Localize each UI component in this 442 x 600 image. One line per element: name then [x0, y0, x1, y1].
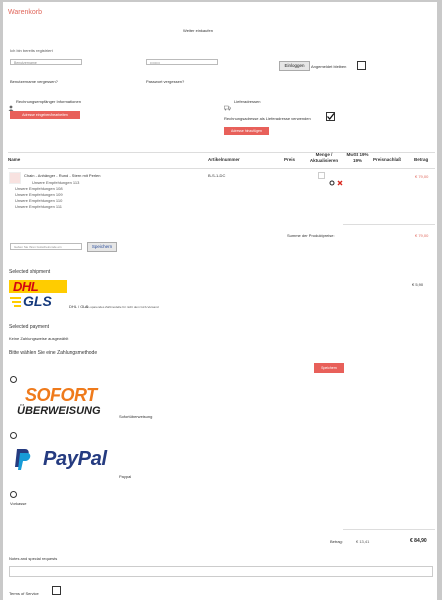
sofort-logo-text: SOFORT — [25, 385, 97, 405]
payment-none-selected: Keine Zahlungsweise ausgewählt — [9, 336, 69, 341]
stay-logged-in-checkbox[interactable] — [357, 61, 366, 70]
payment-radio-vorkasse[interactable] — [10, 491, 17, 498]
divider — [343, 224, 435, 225]
product-name[interactable]: Chain - Anhänger - Rund - Stern mit Perl… — [24, 173, 100, 178]
payment-radio-sofort[interactable] — [10, 376, 17, 383]
edit-billing-address-button[interactable]: Adresse eingeben/bearbeiten — [10, 111, 80, 119]
sofort-label: Sofortüberweisung — [119, 414, 153, 419]
subtotal-value: € 79,00 — [415, 233, 429, 238]
col-total-header: Betrag — [414, 157, 429, 162]
password-input[interactable]: •••••••• — [146, 59, 218, 65]
forgot-password-link[interactable]: Passwort vergessen? — [146, 79, 184, 84]
login-button[interactable]: Einloggen — [279, 61, 310, 71]
vorkasse-label: Vorkasse — [10, 501, 27, 506]
product-sku: B-S-1-DC — [208, 173, 226, 178]
payment-radio-paypal[interactable] — [10, 432, 17, 439]
col-sku-header: Artikelnummer — [208, 157, 240, 162]
continue-shopping-link[interactable]: Weiter einkaufen — [183, 28, 213, 33]
remove-icon[interactable] — [337, 173, 343, 186]
cart-page: Warenkorb Weiter einkaufen Ich bin berei… — [3, 2, 437, 600]
paypal-logo: PayPal — [13, 445, 118, 473]
shipment-cost: € 5,90 — [412, 282, 424, 287]
gls-logo: GLS — [9, 293, 67, 309]
refresh-icon[interactable] — [329, 173, 335, 186]
forgot-username-link[interactable]: Benutzername vergessen? — [10, 79, 58, 84]
subtotal-label: Summe der Produktpreise: — [287, 233, 335, 238]
registered-text: Ich bin bereits registriert — [10, 48, 53, 53]
payment-save-button[interactable]: Speichern — [314, 363, 344, 373]
col-discount-header: Preisnachlaß — [373, 157, 402, 162]
col-name-header: Name — [8, 157, 21, 162]
stay-logged-in-label: Angemeldet bleiben — [311, 64, 347, 69]
truck-icon — [224, 98, 231, 111]
divider — [343, 529, 435, 530]
sofort-logo-subtext: ÜBERWEISUNG — [17, 405, 101, 417]
dhl-logo-text: DHL — [13, 279, 39, 294]
add-address-button[interactable]: Adresse hinzufügen — [224, 127, 269, 135]
paypal-logo-text: PayPal — [43, 448, 107, 470]
shipment-heading: Selected shipment — [9, 269, 51, 275]
total-label: Betrag: — [330, 539, 343, 544]
page-title: Warenkorb — [8, 9, 42, 16]
col-qty-header: Menge / Aktualisieren — [309, 152, 339, 163]
product-thumbnail — [9, 172, 21, 184]
shipping-heading: Lieferadressen — [234, 99, 261, 104]
payment-choose-text: Bitte wählen Sie eine Zahlungsmethode — [9, 350, 98, 356]
terms-checkbox[interactable] — [52, 586, 61, 595]
username-input[interactable]: Benutzername — [10, 59, 82, 65]
carrier-note: Ein-sparendes Zahlmodelle für nicht dem … — [85, 305, 159, 309]
coupon-input[interactable]: Geben Sie Ihren Gutscheincode ein — [10, 243, 82, 250]
dhl-logo: DHL — [9, 279, 67, 294]
paypal-label: Paypal — [119, 474, 132, 479]
quantity-input[interactable] — [318, 172, 325, 179]
terms-label: Terms of Service — [9, 591, 39, 596]
divider — [8, 168, 435, 169]
total-tax: € 13,41 — [356, 539, 370, 544]
billing-heading: Rechnungsempfänger Informationen — [16, 99, 81, 104]
use-billing-as-shipping-checkbox[interactable] — [326, 112, 335, 121]
grand-total: € 84,90 — [410, 538, 427, 544]
recipient-line: Unsere Empfehlungen 111 — [15, 204, 62, 209]
col-tax-header: MwSt 19% 19% — [346, 152, 369, 163]
notes-textarea[interactable] — [9, 566, 433, 577]
sofort-logo: SOFORT ÜBERWEISUNG — [17, 385, 117, 419]
coupon-save-button[interactable]: Speichern — [87, 242, 117, 252]
notes-label: Notes and special requests — [9, 556, 58, 561]
payment-heading: Selected payment — [9, 324, 50, 330]
use-billing-as-shipping-label: Rechnungsadresse als Lieferadresse verwe… — [224, 116, 311, 121]
product-recipients-list: Unsere Empfehlungen 108 Unsere Empfehlun… — [15, 186, 63, 210]
paypal-icon — [15, 449, 31, 470]
product-total: € 79,00 — [415, 174, 429, 179]
col-price-header: Preis — [284, 157, 296, 162]
gls-logo-text: GLS — [23, 293, 52, 309]
user-icon — [8, 98, 14, 111]
